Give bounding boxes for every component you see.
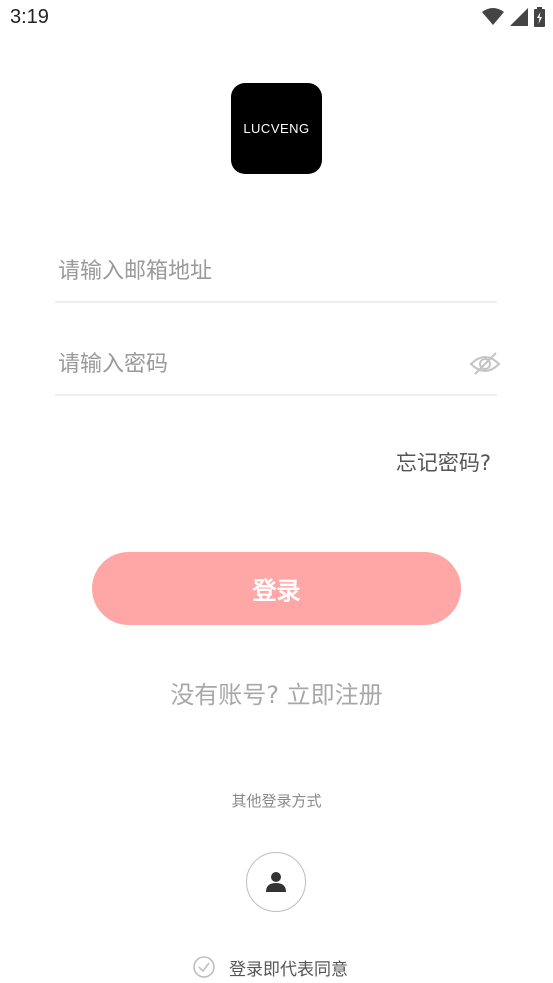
wifi-icon <box>482 8 504 25</box>
eye-off-icon[interactable] <box>469 350 501 378</box>
agreement-checkbox-icon[interactable] <box>193 956 215 978</box>
email-field-container <box>55 241 497 303</box>
password-input[interactable] <box>58 348 458 380</box>
other-login-label: 其他登录方式 <box>231 792 322 810</box>
status-icons <box>482 7 545 27</box>
battery-charging-icon <box>534 7 545 27</box>
logo-text: LUCVENG <box>243 121 310 136</box>
forgot-password-link[interactable]: 忘记密码? <box>396 447 491 477</box>
app-logo: LUCVENG <box>231 83 322 174</box>
password-field-container <box>55 334 501 396</box>
agreement-row: 登录即代表同意 <box>193 954 348 980</box>
guest-login-button[interactable] <box>246 852 306 912</box>
login-button[interactable]: 登录 <box>92 552 461 625</box>
status-time: 3:19 <box>10 6 49 28</box>
email-input[interactable] <box>58 255 458 287</box>
status-bar: 3:19 <box>0 0 553 38</box>
signal-icon <box>510 8 528 26</box>
person-icon <box>266 872 286 892</box>
agreement-label: 登录即代表同意 <box>229 959 348 980</box>
register-link[interactable]: 没有账号? 立即注册 <box>0 675 553 710</box>
